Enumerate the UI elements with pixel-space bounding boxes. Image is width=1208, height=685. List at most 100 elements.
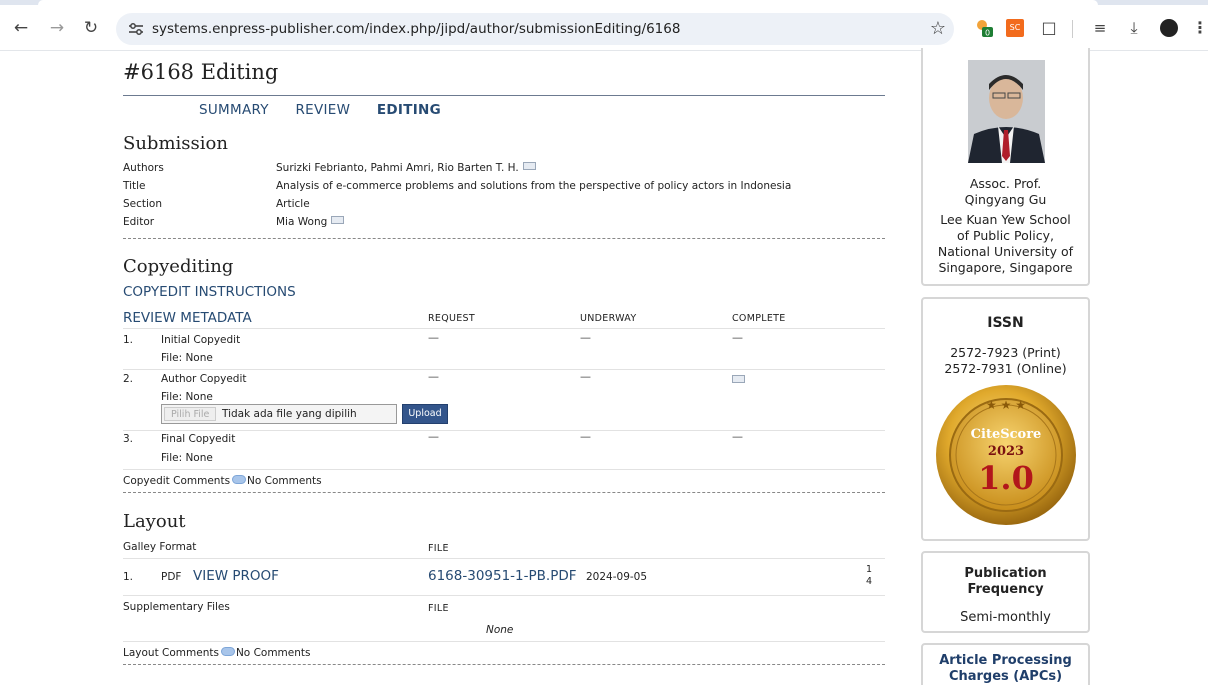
copyedit-comments-label: Copyedit Comments [123, 475, 231, 487]
issn-online: 2572-7931 (Online) [944, 361, 1067, 376]
email-editor-icon[interactable] [331, 216, 345, 224]
tab-summary[interactable]: SUMMARY [199, 102, 269, 118]
layout-comments-value[interactable]: No Comments [236, 647, 311, 659]
col-request: REQUEST [428, 313, 475, 324]
step-number: 2. [123, 373, 134, 385]
editor-affiliation-line: Singapore, Singapore [938, 260, 1073, 275]
citescore-value: 1.0 [978, 459, 1034, 497]
review-metadata-link[interactable]: REVIEW METADATA [123, 310, 252, 326]
upload-button[interactable]: Upload [402, 404, 448, 424]
menu-kebab-icon[interactable]: ⋮ [1190, 18, 1208, 38]
galley-count-top: 1 [866, 564, 873, 575]
choose-file-button[interactable]: Pilih File [164, 407, 217, 421]
galley-date: 2024-09-05 [586, 571, 648, 583]
copyedit-comments: Copyedit Comments No Comments [123, 475, 322, 487]
apc-heading-line2[interactable]: Charges (APCs) [923, 669, 1088, 685]
apc-card: Article Processing Charges (APCs) [921, 643, 1090, 685]
section-divider [123, 238, 885, 239]
forward-icon[interactable]: → [46, 17, 68, 39]
citescore-year: 2023 [988, 444, 1024, 459]
url-text[interactable]: systems.enpress-publisher.com/index.php/… [152, 21, 680, 37]
complete-dash: — [732, 430, 743, 443]
email-authors-icon[interactable] [522, 162, 536, 170]
comment-bubble-icon[interactable] [232, 475, 247, 484]
title-label: Title [123, 180, 146, 192]
supp-file-col: FILE [428, 603, 449, 614]
editor-value: Mia Wong [276, 216, 328, 228]
galley-number: 1. [123, 571, 134, 583]
request-dash: — [428, 331, 439, 344]
editor-card: Assoc. Prof. Qingyang Gu Lee Kuan Yew Sc… [921, 48, 1090, 286]
galley-count-bottom: 4 [866, 576, 873, 587]
editor-affiliation-line: National University of [937, 244, 1074, 259]
underway-dash: — [580, 331, 591, 344]
layout-comments-label: Layout Comments [123, 647, 219, 659]
row-divider [123, 595, 885, 596]
copyedit-instructions-link[interactable]: COPYEDIT INSTRUCTIONS [123, 284, 296, 300]
supplementary-files-label: Supplementary Files [123, 601, 230, 613]
profile-avatar-icon[interactable] [1160, 19, 1178, 37]
request-dash: — [428, 370, 439, 383]
frequency-heading-line2: Frequency [967, 582, 1044, 597]
extensions-puzzle-icon[interactable]: □ [1039, 18, 1059, 38]
site-info-icon[interactable] [126, 19, 146, 39]
row-divider [123, 369, 885, 370]
step-name: Author Copyedit [161, 373, 247, 385]
underway-dash: — [580, 370, 591, 383]
address-bar[interactable]: systems.enpress-publisher.com/index.php/… [116, 13, 954, 45]
row-divider [123, 558, 885, 559]
col-underway: UNDERWAY [580, 313, 637, 324]
step-name: Final Copyedit [161, 433, 236, 445]
comment-bubble-icon[interactable] [220, 647, 235, 656]
extension-badge-icon[interactable]: 0 [974, 18, 994, 38]
submission-tabs: SUMMARY REVIEW EDITING [199, 102, 463, 118]
editor-photo [968, 60, 1045, 163]
citescore-badge[interactable]: ★ ★ ★ CiteScore 2023 1.0 [932, 381, 1080, 529]
tab-review[interactable]: REVIEW [295, 102, 350, 118]
issn-print: 2572-7923 (Print) [950, 345, 1061, 360]
issn-card: ISSN 2572-7923 (Print) 2572-7931 (Online… [921, 297, 1090, 541]
browser-toolbar: ← → ↻ systems.enpress-publisher.com/inde… [0, 5, 1208, 51]
no-file-text: Tidak ada file yang dipilih [222, 408, 357, 420]
bookmark-star-icon[interactable]: ☆ [930, 18, 946, 39]
frequency-heading-line1: Publication [964, 566, 1047, 581]
submission-heading: Submission [123, 133, 228, 154]
download-icon[interactable]: ⤓ [1124, 18, 1144, 38]
toolbar-divider [1072, 20, 1073, 38]
file-chooser[interactable]: Pilih File Tidak ada file yang dipilih [161, 404, 397, 424]
step-file: File: None [161, 391, 213, 403]
complete-dash: — [732, 331, 743, 344]
citescore-label: CiteScore [971, 427, 1042, 442]
svg-text:0: 0 [985, 29, 990, 38]
tab-editing[interactable]: EDITING [377, 102, 441, 118]
issn-heading: ISSN [987, 315, 1024, 331]
section-label: Section [123, 198, 163, 210]
frequency-card: Publication Frequency Semi-monthly [921, 551, 1090, 633]
authors-value: Surizki Febrianto, Pahmi Amri, Rio Barte… [276, 162, 519, 174]
supp-none: None [486, 624, 514, 636]
reload-icon[interactable]: ↻ [80, 17, 102, 39]
underway-dash: — [580, 430, 591, 443]
back-icon[interactable]: ← [10, 17, 32, 39]
editor-name: Qingyang Gu [964, 192, 1047, 207]
view-proof-link[interactable]: VIEW PROOF [193, 568, 279, 584]
reading-list-icon[interactable]: ≡ [1090, 18, 1110, 38]
apc-heading-line1[interactable]: Article Processing [923, 653, 1088, 669]
galley-format-label: Galley Format [123, 541, 197, 553]
layout-heading: Layout [123, 511, 186, 532]
row-divider [123, 328, 885, 329]
title-divider [123, 95, 885, 96]
copyedit-comments-value[interactable]: No Comments [247, 475, 322, 487]
galley-file-col: FILE [428, 543, 449, 554]
row-divider [123, 469, 885, 470]
galley-file-link[interactable]: 6168-30951-1-PB.PDF [428, 568, 577, 584]
section-value: Article [276, 198, 310, 210]
complete-email-icon[interactable] [732, 375, 745, 383]
title-value: Analysis of e-commerce problems and solu… [276, 180, 792, 192]
section-divider [123, 664, 885, 665]
editor-affiliation-line: of Public Policy, [957, 228, 1054, 243]
extension-sc-icon[interactable]: SC [1006, 19, 1024, 37]
section-divider [123, 492, 885, 493]
editor-label: Editor [123, 216, 155, 228]
request-dash: — [428, 430, 439, 443]
